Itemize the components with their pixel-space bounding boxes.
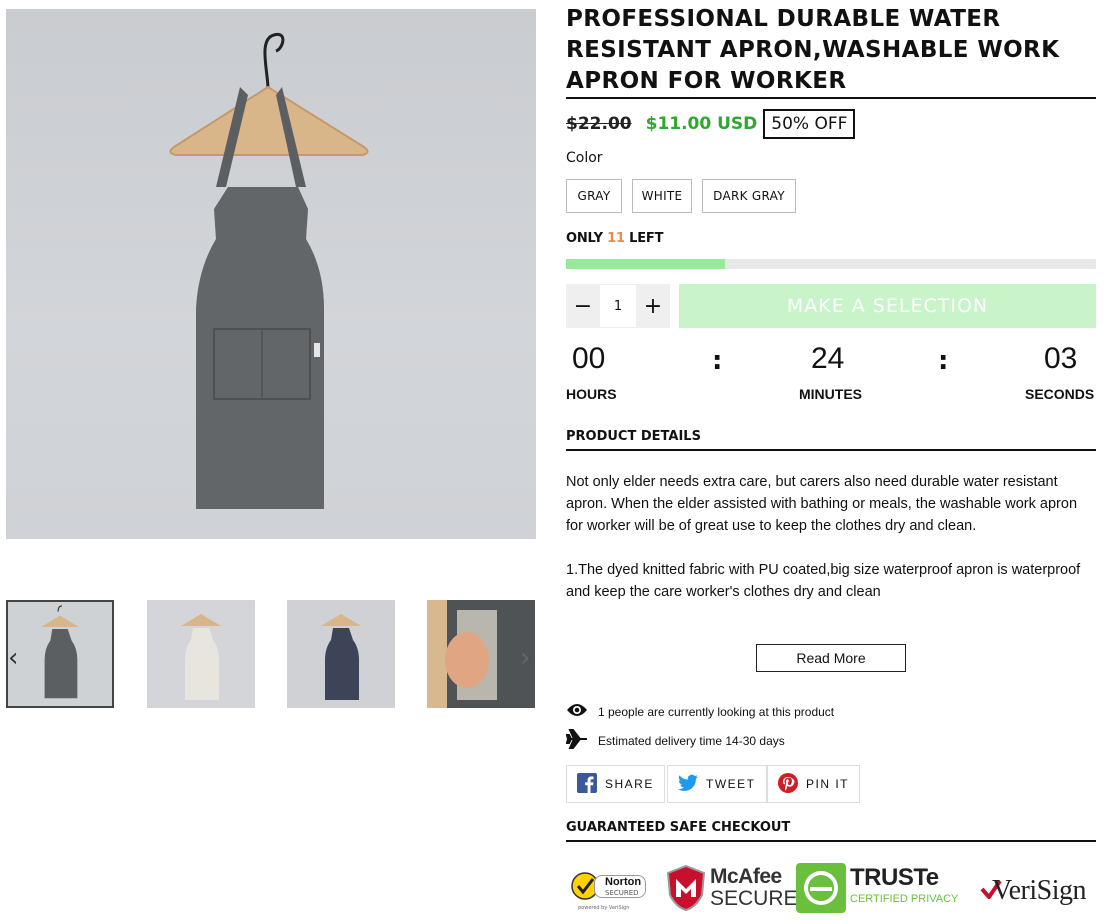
mcafee-title: McAfee bbox=[710, 865, 782, 888]
countdown-separator: : bbox=[712, 346, 723, 376]
gallery-prev-icon[interactable]: ‹ bbox=[8, 645, 18, 671]
delivery-info: Estimated delivery time 14-30 days bbox=[565, 729, 785, 752]
countdown-minutes-label: MINUTES bbox=[799, 386, 862, 402]
stock-notice: ONLY 11 LEFT bbox=[566, 231, 663, 246]
facebook-icon bbox=[577, 772, 597, 796]
countdown-hours-label: HOURS bbox=[566, 386, 617, 402]
truste-title: TRUSTe bbox=[850, 864, 939, 891]
countdown-separator: : bbox=[938, 346, 949, 376]
product-title: PROFESSIONAL DURABLE WATER RESISTANT APR… bbox=[566, 6, 1060, 94]
twitter-tweet-button[interactable]: TWEET bbox=[667, 765, 767, 803]
twitter-icon bbox=[678, 774, 698, 795]
thumbnail-white-apron[interactable] bbox=[147, 600, 255, 708]
stock-count: 11 bbox=[607, 231, 625, 246]
viewers-info: 1 people are currently looking at this p… bbox=[566, 702, 834, 721]
thumbnail-dark-gray-apron[interactable] bbox=[287, 600, 395, 708]
title-divider bbox=[566, 97, 1096, 99]
stock-prefix: ONLY bbox=[566, 231, 603, 246]
airplane-icon bbox=[565, 729, 588, 752]
description-paragraph: Not only elder needs extra care, but car… bbox=[566, 474, 1078, 534]
countdown-seconds-label: SECONDS bbox=[1025, 386, 1095, 402]
norton-powered-text: powered by VeriSign bbox=[578, 905, 630, 911]
color-option-gray[interactable]: GRAY bbox=[566, 179, 622, 213]
color-option-dark-gray[interactable]: DARK GRAY bbox=[702, 179, 796, 213]
quantity-increase-button[interactable]: + bbox=[636, 284, 670, 328]
countdown-hours: 00 bbox=[572, 342, 606, 375]
guaranteed-checkout-heading: GUARANTEED SAFE CHECKOUT bbox=[566, 820, 791, 835]
pinterest-pin-button[interactable]: PIN IT bbox=[767, 765, 861, 803]
description-paragraph: 1.The dyed knitted fabric with PU coated… bbox=[566, 562, 1081, 600]
countdown-minutes: 24 bbox=[811, 342, 845, 375]
quantity-input[interactable]: 1 bbox=[600, 284, 636, 328]
color-label: Color bbox=[566, 150, 603, 166]
read-more-button[interactable]: Read More bbox=[756, 644, 906, 672]
main-product-image[interactable] bbox=[6, 9, 536, 539]
norton-subtitle: SECURED bbox=[605, 889, 639, 897]
quantity-decrease-button[interactable]: − bbox=[566, 284, 600, 328]
stock-progress-fill bbox=[566, 259, 725, 269]
truste-badge: TRUSTe CERTIFIED PRIVACY bbox=[796, 857, 974, 917]
stock-progress-bar bbox=[566, 259, 1096, 269]
sale-price: $11.00 USD bbox=[645, 114, 758, 134]
mcafee-subtitle: SECURE bbox=[710, 887, 798, 910]
trust-badges: Norton SECURED powered by VeriSign McAfe… bbox=[566, 856, 1096, 918]
product-details-heading: PRODUCT DETAILS bbox=[566, 429, 701, 444]
stock-suffix: LEFT bbox=[629, 231, 664, 246]
mcafee-secure-badge: McAfee SECURE bbox=[664, 857, 798, 917]
details-divider bbox=[566, 449, 1096, 451]
color-option-white[interactable]: WHITE bbox=[632, 179, 692, 213]
truste-logo-icon bbox=[796, 863, 846, 913]
truste-subtitle: CERTIFIED PRIVACY bbox=[850, 893, 959, 905]
mcafee-shield-icon bbox=[666, 865, 706, 911]
gallery-next-icon[interactable]: › bbox=[520, 645, 530, 671]
twitter-tweet-label: TWEET bbox=[706, 777, 756, 791]
delivery-text: Estimated delivery time 14-30 days bbox=[598, 733, 785, 748]
countdown-seconds: 03 bbox=[1044, 342, 1078, 375]
viewers-text: 1 people are currently looking at this p… bbox=[598, 704, 835, 719]
price-row: $22.00 $11.00 USD 50% OFF bbox=[566, 108, 856, 140]
facebook-share-label: SHARE bbox=[605, 777, 654, 791]
eye-icon bbox=[566, 702, 588, 721]
product-description: Not only elder needs extra care, but car… bbox=[566, 471, 1096, 625]
facebook-share-button[interactable]: SHARE bbox=[566, 765, 665, 803]
verisign-badge: VeriSign bbox=[976, 857, 1096, 917]
original-price: $22.00 bbox=[566, 114, 632, 134]
thumbnail-apron-detail[interactable] bbox=[427, 600, 535, 708]
pinterest-pin-label: PIN IT bbox=[806, 777, 850, 791]
checkout-divider bbox=[566, 840, 1096, 842]
pinterest-icon bbox=[778, 772, 798, 796]
norton-title: Norton bbox=[605, 876, 642, 888]
make-selection-button[interactable]: MAKE A SELECTION bbox=[679, 284, 1096, 328]
thumbnail-gray-apron[interactable] bbox=[6, 600, 114, 708]
discount-badge: 50% OFF bbox=[763, 109, 856, 139]
verisign-title: VeriSign bbox=[992, 875, 1087, 906]
apron-on-hanger-image bbox=[169, 32, 369, 509]
norton-secured-badge: Norton SECURED powered by VeriSign bbox=[566, 857, 662, 917]
